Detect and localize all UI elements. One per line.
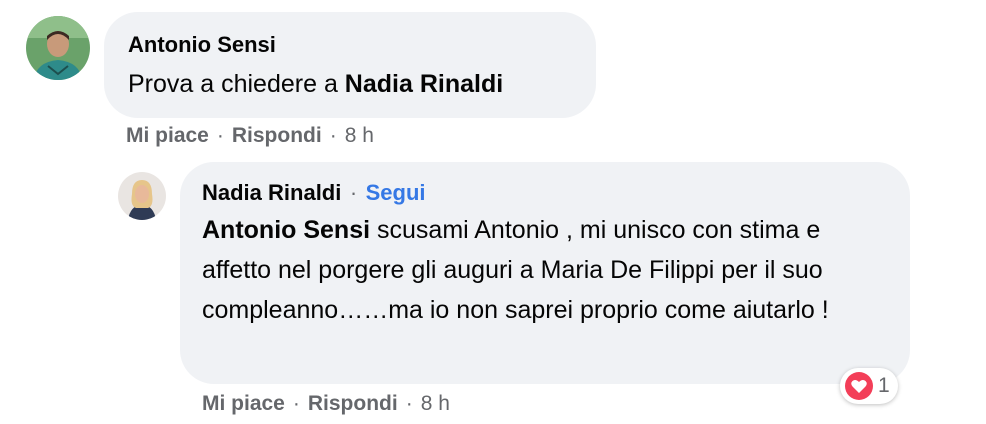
comment-text: Prova a chiedere a Nadia Rinaldi <box>128 64 503 104</box>
reply-header: Nadia Rinaldi · Segui <box>202 180 426 206</box>
comment-author[interactable]: Antonio Sensi <box>128 32 276 58</box>
comment-timestamp[interactable]: 8 h <box>345 124 374 147</box>
reaction-count: 1 <box>878 374 890 397</box>
heart-icon <box>844 371 874 401</box>
reply-actions: Mi piace · Rispondi · 8 h <box>202 392 450 416</box>
mention-link[interactable]: Antonio Sensi <box>202 216 370 244</box>
reply-author[interactable]: Nadia Rinaldi <box>202 180 341 205</box>
avatar-nadia-rinaldi[interactable] <box>118 172 166 220</box>
like-button[interactable]: Mi piace <box>202 392 285 415</box>
separator: · <box>349 180 358 205</box>
follow-button[interactable]: Segui <box>366 180 426 205</box>
like-button[interactable]: Mi piace <box>126 124 209 147</box>
avatar-antonio-sensi[interactable] <box>26 16 90 80</box>
comment-text-content: Prova a chiedere a <box>128 70 345 98</box>
mention-link[interactable]: Nadia Rinaldi <box>345 70 503 98</box>
reply-text: Antonio Sensi scusami Antonio , mi unisc… <box>202 210 892 330</box>
separator: · <box>216 124 224 147</box>
reply-button[interactable]: Rispondi <box>308 392 398 415</box>
reply-bubble: Nadia Rinaldi · Segui Antonio Sensi scus… <box>180 162 910 384</box>
separator: · <box>405 392 413 415</box>
separator: · <box>292 392 300 415</box>
separator: · <box>329 124 337 147</box>
comment-actions: Mi piace · Rispondi · 8 h <box>126 124 374 148</box>
reaction-summary[interactable]: 1 <box>840 368 898 404</box>
reply-timestamp[interactable]: 8 h <box>421 392 450 415</box>
comment-bubble: Antonio Sensi Prova a chiedere a Nadia R… <box>104 12 596 118</box>
reply-button[interactable]: Rispondi <box>232 124 322 147</box>
